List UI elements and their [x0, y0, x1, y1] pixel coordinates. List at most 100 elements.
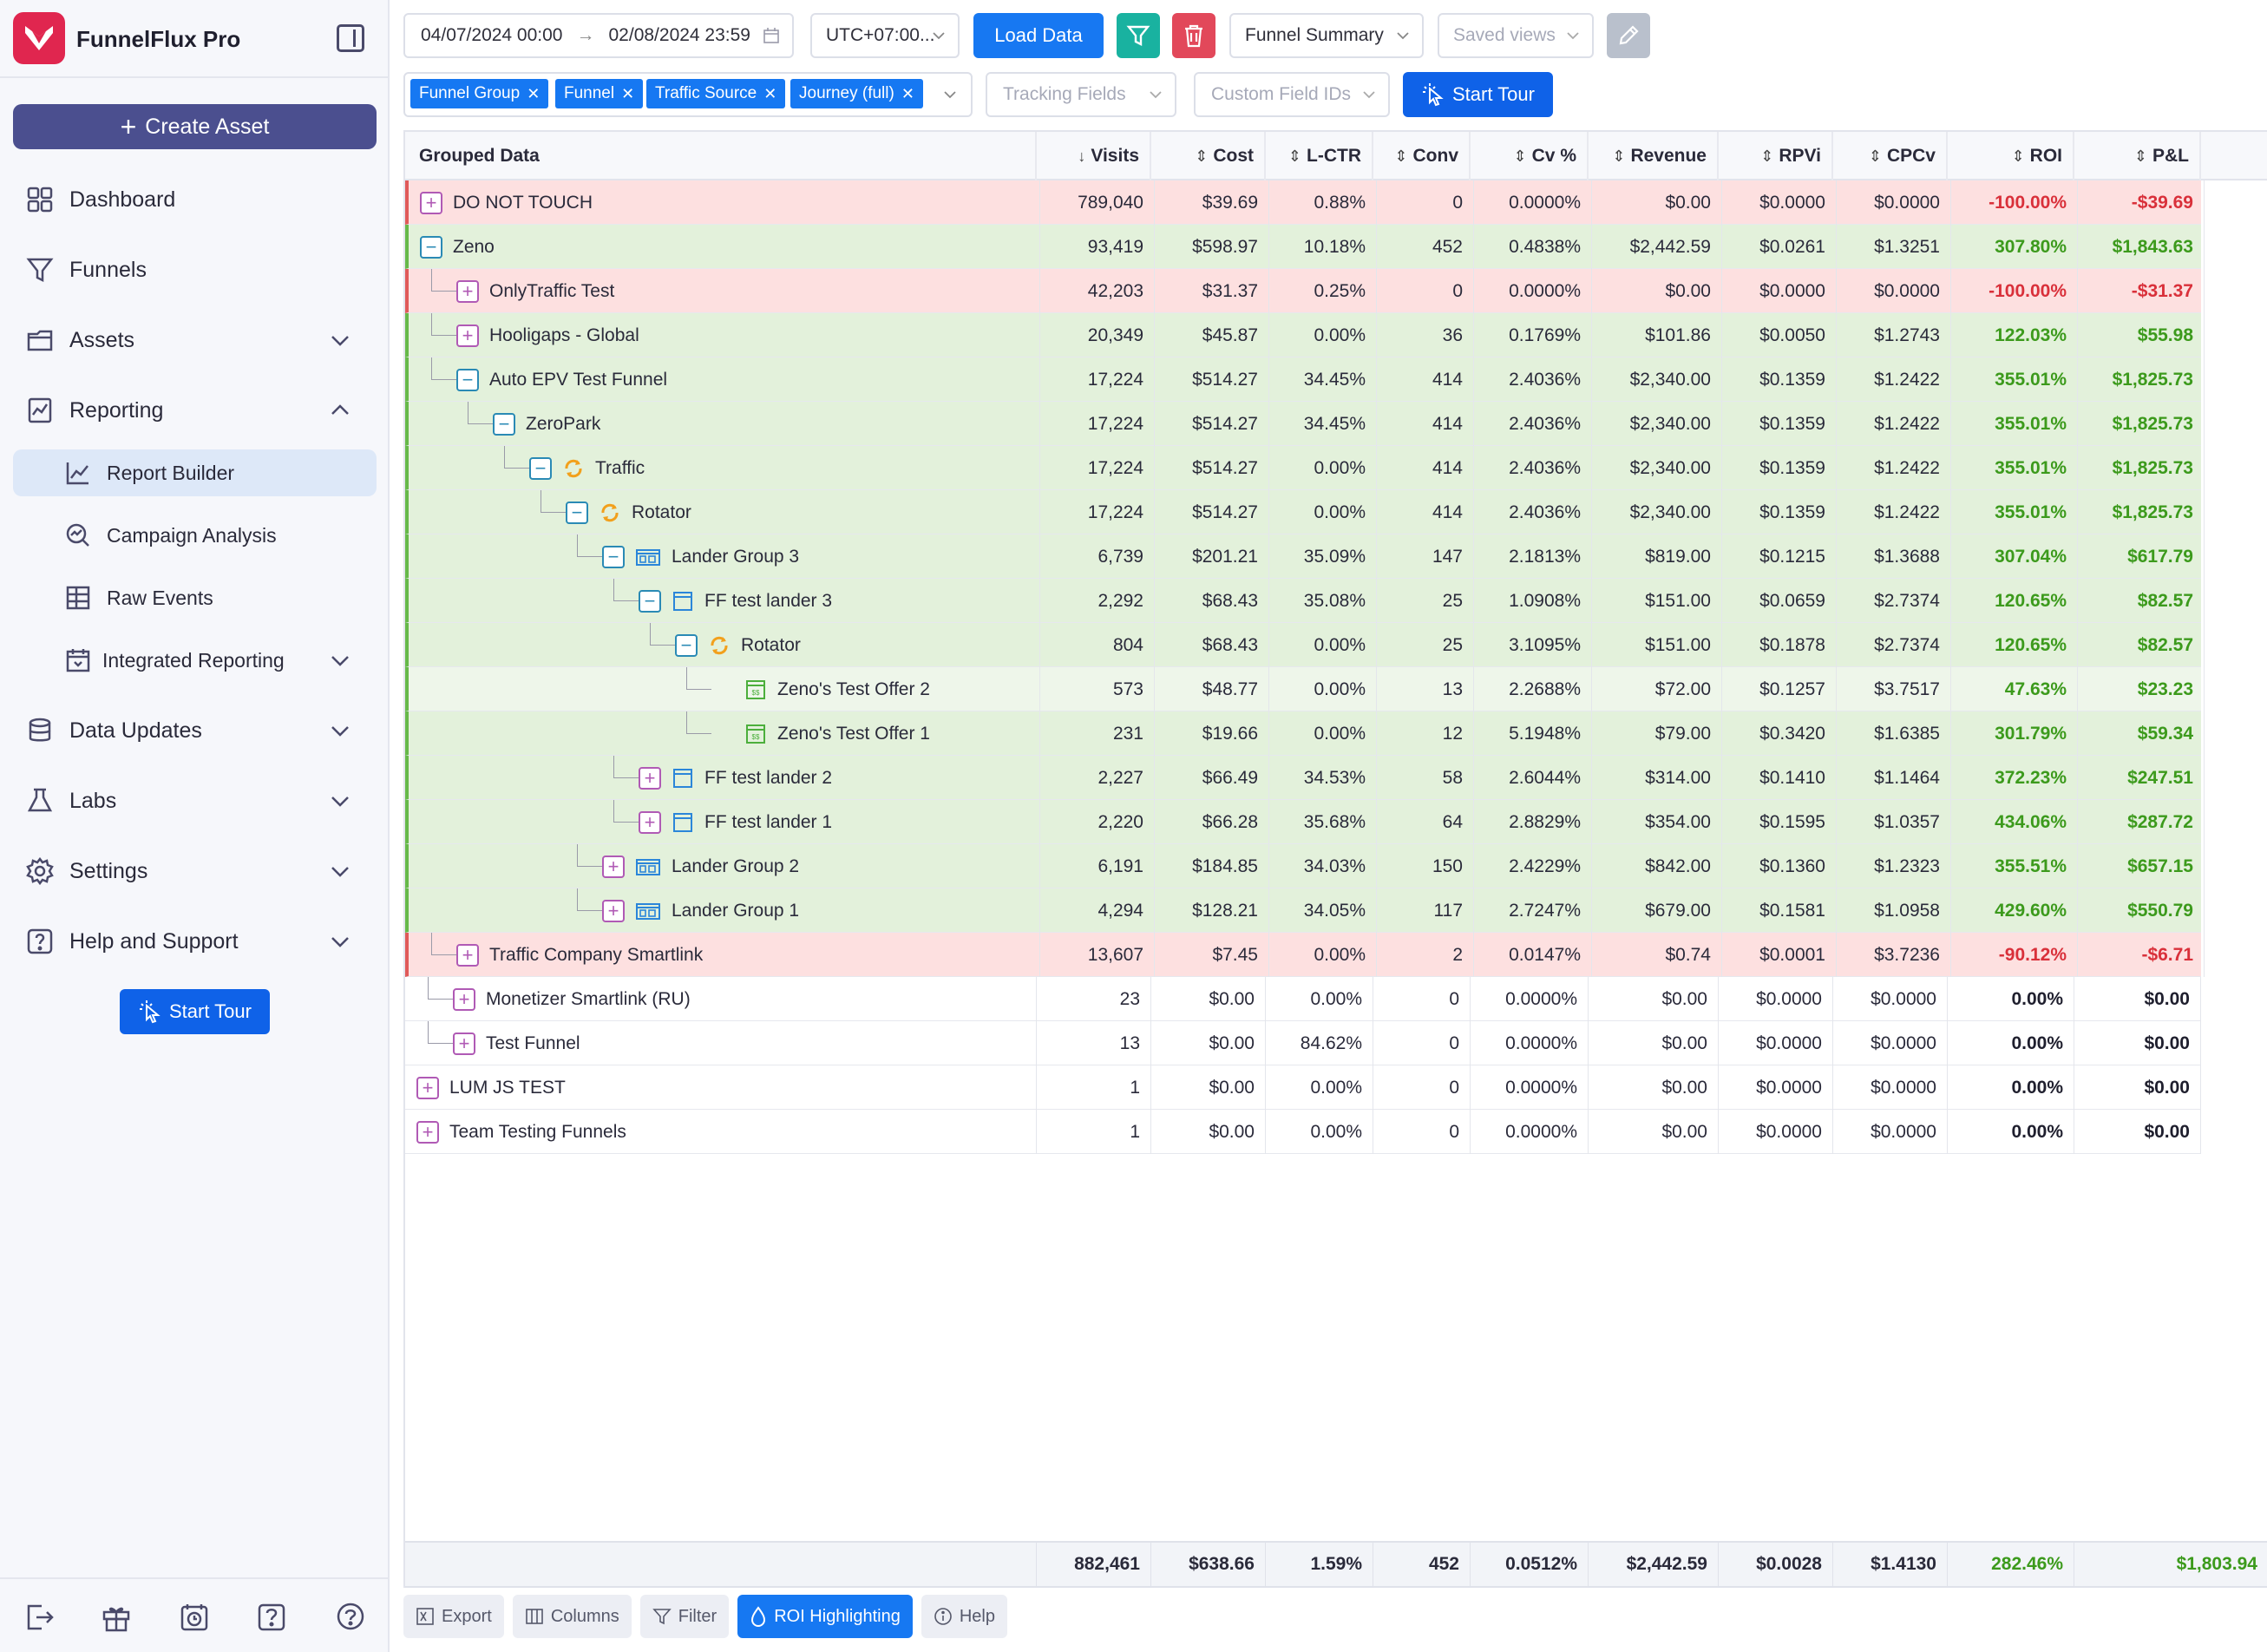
collapse-icon[interactable]: − — [493, 413, 515, 436]
chip-funnel[interactable]: Funnel ✕ — [555, 79, 644, 108]
delete-button[interactable] — [1172, 13, 1215, 58]
table-row[interactable]: − Rotator 804 $68.43 0.00% 25 3.1095% $151.00 $0… — [405, 623, 2205, 667]
gift-icon[interactable] — [101, 1602, 132, 1633]
table-row[interactable]: + DO NOT TOUCH 789,040 $39.69 0.88% 0 0.0000% $… — [405, 180, 2205, 225]
column-header-cpcv[interactable]: ⇕ CPCv — [1833, 132, 1948, 180]
table-row[interactable]: − Traffic 17,224 $514.27 0.00% 414 2.4036% $2,3… — [405, 446, 2205, 490]
row-name[interactable]: FF test lander 2 — [704, 756, 832, 800]
row-name[interactable]: Auto EPV Test Funnel — [489, 357, 667, 402]
sidebar-item-assets[interactable]: Assets — [13, 316, 377, 364]
column-header-visits[interactable]: ↓ Visits — [1037, 132, 1151, 180]
expand-icon[interactable]: + — [602, 900, 625, 922]
row-name[interactable]: ZeroPark — [526, 402, 600, 446]
column-header-pl[interactable]: ⇕ P&L — [2074, 132, 2201, 180]
row-name[interactable]: Traffic — [595, 446, 645, 490]
close-icon[interactable]: ✕ — [621, 85, 634, 103]
column-header-lctr[interactable]: ⇕ L-CTR — [1266, 132, 1373, 180]
row-name[interactable]: DO NOT TOUCH — [453, 180, 593, 225]
export-button[interactable]: Export — [403, 1595, 504, 1638]
row-name[interactable]: OnlyTraffic Test — [489, 269, 614, 313]
expand-icon[interactable]: + — [602, 856, 625, 878]
row-name[interactable]: Zeno's Test Offer 1 — [777, 711, 930, 756]
table-row[interactable]: + Lander Group 2 6,191 $184.85 34.03% 150 2.42… — [405, 844, 2205, 888]
collapse-icon[interactable]: − — [639, 590, 661, 613]
table-row[interactable]: + Monetizer Smartlink (RU) 23 $0.00 0.00% 0 0.… — [405, 977, 2201, 1021]
expand-icon[interactable]: + — [453, 1032, 475, 1055]
close-icon[interactable]: ✕ — [901, 85, 914, 103]
row-name[interactable]: Zeno — [453, 225, 495, 269]
row-name[interactable]: Lander Group 1 — [672, 888, 799, 933]
collapse-icon[interactable]: − — [420, 236, 442, 259]
edit-view-button[interactable] — [1607, 13, 1650, 58]
close-icon[interactable]: ✕ — [527, 85, 540, 103]
columns-button[interactable]: Columns — [512, 1595, 632, 1638]
table-row[interactable]: + FF test lander 1 2,220 $66.28 35.68% 64 2.88… — [405, 800, 2205, 844]
row-name[interactable]: Test Funnel — [486, 1021, 580, 1065]
sidebar-start-tour-button[interactable]: Start Tour — [120, 989, 270, 1034]
collapse-sidebar-icon[interactable] — [337, 24, 364, 52]
view-select[interactable]: Funnel Summary — [1229, 13, 1424, 58]
table-row[interactable]: − Zeno 93,419 $598.97 10.18% 452 0.4838% $2,442… — [405, 225, 2205, 269]
row-name[interactable]: Rotator — [632, 490, 691, 534]
sidebar-item-reporting[interactable]: Reporting — [13, 386, 377, 435]
table-row[interactable]: − Rotator 17,224 $514.27 0.00% 414 2.4036% $2,3… — [405, 490, 2205, 534]
row-name[interactable]: FF test lander 1 — [704, 800, 832, 844]
table-row[interactable]: + Test Funnel 13 $0.00 84.62% 0 0.0000% $0.00 $0… — [405, 1021, 2201, 1065]
expand-icon[interactable]: + — [453, 988, 475, 1011]
column-header-cost[interactable]: ⇕ Cost — [1151, 132, 1266, 180]
sidebar-item-funnels[interactable]: Funnels — [13, 246, 377, 294]
timer-icon[interactable] — [179, 1602, 210, 1633]
chat-help-icon[interactable] — [335, 1602, 366, 1633]
table-row[interactable]: + Traffic Company Smartlink 13,607 $7.45 0.0… — [405, 933, 2205, 977]
sidebar-item-integrated-reporting[interactable]: Integrated Reporting — [13, 637, 377, 684]
row-name[interactable]: Lander Group 3 — [672, 534, 799, 579]
table-row[interactable]: + Team Testing Funnels 1 $0.00 0.00% 0 0.0000%… — [405, 1110, 2201, 1154]
table-row[interactable]: − Lander Group 3 6,739 $201.21 35.09% 147 2.18… — [405, 534, 2205, 579]
sidebar-item-labs[interactable]: Labs — [13, 777, 377, 825]
table-row[interactable]: − FF test lander 3 2,292 $68.43 35.08% 25 1.09… — [405, 579, 2205, 623]
sidebar-item-help-and-support[interactable]: Help and Support — [13, 917, 377, 966]
row-name[interactable]: LUM JS TEST — [449, 1065, 566, 1110]
row-name[interactable]: Traffic Company Smartlink — [489, 933, 703, 977]
roi-highlighting-button[interactable]: ROI Highlighting — [737, 1595, 913, 1638]
start-tour-button[interactable]: Start Tour — [1403, 72, 1553, 117]
custom-field-ids-select[interactable]: Custom Field IDs — [1194, 72, 1390, 117]
load-data-button[interactable]: Load Data — [973, 13, 1104, 58]
saved-views-select[interactable]: Saved views — [1438, 13, 1594, 58]
sidebar-item-raw-events[interactable]: Raw Events — [13, 574, 377, 621]
question-icon[interactable] — [256, 1602, 287, 1633]
funnelflux-logo[interactable] — [13, 12, 65, 64]
row-name[interactable]: FF test lander 3 — [704, 579, 832, 623]
close-icon[interactable]: ✕ — [763, 85, 776, 103]
row-name[interactable]: Hooligaps - Global — [489, 313, 639, 357]
table-row[interactable]: + Hooligaps - Global 20,349 $45.87 0.00% 36 0.… — [405, 313, 2205, 357]
sidebar-item-report-builder[interactable]: Report Builder — [13, 449, 377, 496]
filter-toggle-button[interactable]: Filter — [639, 1595, 730, 1638]
column-header-revenue[interactable]: ⇕ Revenue — [1589, 132, 1719, 180]
chip-traffic-source[interactable]: Traffic Source ✕ — [646, 79, 786, 108]
row-name[interactable]: Rotator — [741, 623, 801, 667]
expand-icon[interactable]: + — [456, 324, 479, 347]
table-row[interactable]: + Lander Group 1 4,294 $128.21 34.05% 117 2.72… — [405, 888, 2205, 933]
table-row[interactable]: − Auto EPV Test Funnel 17,224 $514.27 34.45%… — [405, 357, 2205, 402]
column-header-cv[interactable]: ⇕ Cv % — [1471, 132, 1589, 180]
chip-journey-full[interactable]: Journey (full) ✕ — [790, 79, 923, 108]
table-row[interactable]: $$ Zeno's Test Offer 1 231 $19.66 0.00% 12 5.1… — [405, 711, 2205, 756]
collapse-icon[interactable]: − — [566, 502, 588, 524]
sidebar-item-data-updates[interactable]: Data Updates — [13, 706, 377, 755]
collapse-icon[interactable]: − — [602, 546, 625, 568]
timezone-select[interactable]: UTC+07:00... — [810, 13, 960, 58]
filter-button[interactable] — [1117, 13, 1160, 58]
collapse-icon[interactable]: − — [675, 634, 698, 657]
column-header-rpvi[interactable]: ⇕ RPVi — [1719, 132, 1833, 180]
sidebar-item-dashboard[interactable]: Dashboard — [13, 175, 377, 224]
table-row[interactable]: + FF test lander 2 2,227 $66.49 34.53% 58 2.60… — [405, 756, 2205, 800]
column-header-conv[interactable]: ⇕ Conv — [1373, 132, 1471, 180]
table-row[interactable]: + LUM JS TEST 1 $0.00 0.00% 0 0.0000% $0.00 $0.0… — [405, 1065, 2201, 1110]
tracking-fields-select[interactable]: Tracking Fields — [986, 72, 1176, 117]
expand-icon[interactable]: + — [456, 280, 479, 303]
expand-icon[interactable]: + — [639, 811, 661, 834]
expand-icon[interactable]: + — [456, 944, 479, 967]
collapse-icon[interactable]: − — [456, 369, 479, 391]
expand-icon[interactable]: + — [416, 1077, 439, 1099]
